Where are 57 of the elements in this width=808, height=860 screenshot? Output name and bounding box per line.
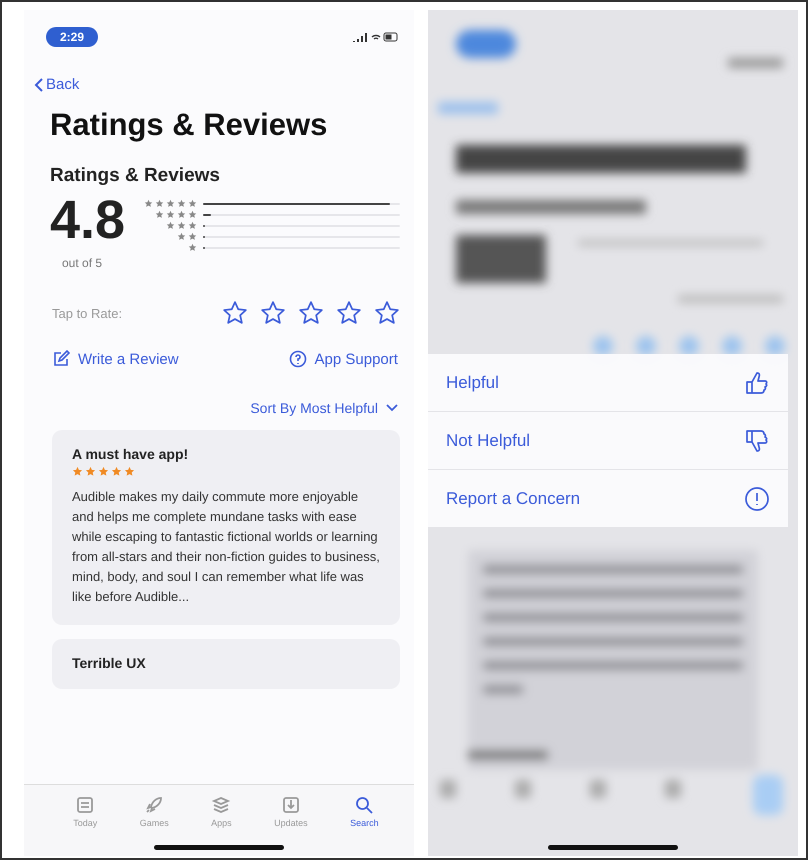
star-icon [155, 210, 164, 219]
star-icon [166, 199, 176, 208]
star-icon [72, 466, 83, 477]
help-icon [288, 350, 307, 368]
star-icon [222, 300, 248, 326]
page-title: Ratings & Reviews [50, 107, 328, 143]
status-time: 2:29 [46, 27, 98, 47]
action-label[interactable]: Write a Review [78, 350, 179, 368]
back-link[interactable]: Back [34, 76, 80, 93]
action-label[interactable]: App Support [314, 350, 398, 368]
layers-icon [211, 795, 232, 815]
back-label[interactable]: Back [46, 76, 80, 93]
star-icon [374, 300, 400, 326]
rocket-icon [144, 795, 164, 815]
document-icon [75, 795, 96, 815]
star-icon [177, 232, 186, 241]
section-title: Ratings & Reviews [50, 165, 221, 187]
star-icon [177, 199, 186, 208]
thumbs-down-icon [744, 428, 770, 454]
star-icon [260, 300, 286, 326]
star-icon [155, 199, 164, 208]
download-icon [280, 795, 301, 815]
star-icon [188, 243, 198, 252]
star-icon [188, 199, 198, 208]
rating-caption: out of 5 [62, 256, 104, 270]
status-icons [352, 31, 400, 43]
star-icon [177, 221, 186, 230]
star-icon [298, 300, 324, 326]
review-title: A must have app! [72, 446, 190, 462]
review-title: Terrible UX [72, 655, 147, 671]
action-link[interactable]: Write a Review [52, 350, 179, 368]
search-icon [354, 795, 374, 815]
menu-item[interactable]: Not Helpful [428, 412, 788, 470]
thumbs-up-icon [744, 370, 770, 396]
star-icon [177, 210, 186, 219]
star-icon [166, 210, 176, 219]
review-body: Audible makes my daily commute more enjoyable and helps me complete mundane tasks with ease while escaping to fantastic fictional worlds or learning from all-stars and their non-fiction guides to business, mind, body, and soul I can remember what life was like before Audible... [72, 488, 380, 606]
star-icon [85, 466, 96, 477]
star-icon [188, 221, 198, 230]
star-icon [111, 466, 122, 477]
tab[interactable]: Search [350, 795, 379, 828]
star-icon [336, 300, 362, 326]
star-icon [188, 232, 198, 241]
star-icon [124, 466, 135, 477]
average-rating: 4.8 [50, 193, 126, 247]
star-icon [144, 199, 154, 208]
star-icon [166, 221, 176, 230]
star-icon [98, 466, 109, 477]
menu-item[interactable]: Helpful [428, 354, 788, 412]
exclamation-icon [744, 486, 770, 512]
chevron-down-icon [386, 404, 398, 412]
chevron-left-icon [34, 76, 44, 92]
star-icon [188, 210, 198, 219]
tap-to-rate-label: Tap to Rate: [52, 306, 122, 320]
compose-icon [52, 350, 70, 368]
menu-item[interactable]: Report a Concern [428, 470, 788, 528]
action-link[interactable]: App Support [288, 350, 398, 368]
